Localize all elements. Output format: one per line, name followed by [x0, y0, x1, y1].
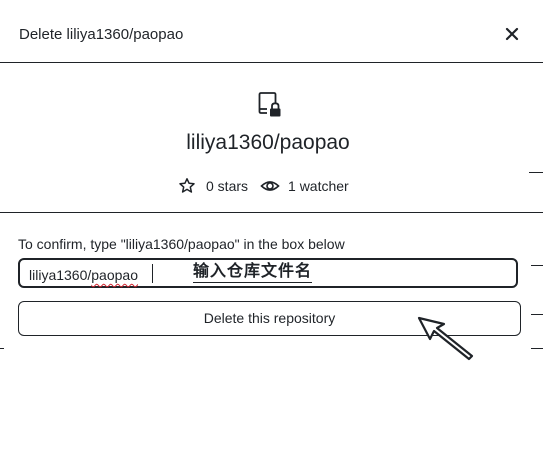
repo-locked-icon — [258, 92, 281, 117]
edge-mark — [529, 172, 543, 173]
edge-mark — [531, 62, 543, 63]
confirm-label: To confirm, type "liliya1360/paopao" in … — [18, 236, 345, 252]
watchers-count: 1 watcher — [288, 178, 349, 194]
annotation-label: 输入仓库文件名 — [193, 263, 313, 283]
close-button[interactable] — [503, 25, 523, 45]
section-divider — [0, 212, 536, 213]
edge-mark — [531, 348, 543, 349]
watchers-stat: 1 watcher — [260, 177, 349, 195]
edge-mark — [531, 314, 543, 315]
delete-repo-dialog: Delete liliya1360/paopao liliya1360/paop… — [0, 0, 536, 361]
page: Delete liliya1360/paopao liliya1360/paop… — [0, 0, 543, 450]
eye-icon — [260, 181, 280, 191]
repo-name: liliya1360/paopao — [186, 131, 350, 154]
edge-mark — [529, 212, 543, 213]
input-value-plain: liliya1360/ — [29, 267, 92, 283]
repo-stats: 0 stars 1 watcher — [178, 176, 349, 196]
edge-mark — [531, 265, 543, 266]
stars-stat: 0 stars — [178, 177, 248, 195]
dialog-header: Delete liliya1360/paopao — [0, 0, 536, 63]
close-icon — [505, 27, 519, 41]
stars-count: 0 stars — [206, 178, 249, 194]
text-caret — [152, 264, 153, 283]
star-icon — [179, 178, 195, 193]
confirm-input-value: liliya1360/paopao — [29, 267, 138, 283]
dialog-title: Delete liliya1360/paopao — [19, 26, 184, 43]
pointer-arrow-icon — [417, 316, 474, 361]
edge-mark — [0, 348, 4, 349]
input-value-flagged: paopao — [91, 267, 138, 283]
